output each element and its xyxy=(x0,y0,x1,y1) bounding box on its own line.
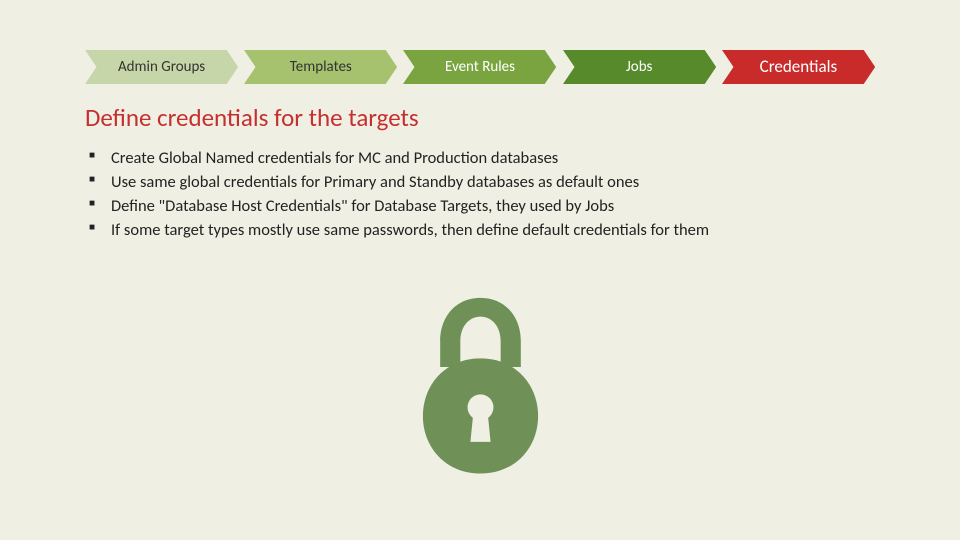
chevron-event-rules: Event Rules xyxy=(403,50,556,84)
slide-heading: Define credentials for the targets xyxy=(85,102,875,133)
lock-icon xyxy=(0,295,960,480)
chevron-label: Event Rules xyxy=(445,58,515,76)
chevron-label: Admin Groups xyxy=(118,58,205,76)
chevron-label: Templates xyxy=(290,58,352,76)
bullet-item: Use same global credentials for Primary … xyxy=(89,171,875,195)
chevron-admin-groups: Admin Groups xyxy=(85,50,238,84)
chevron-label: Jobs xyxy=(626,58,652,76)
chevron-templates: Templates xyxy=(244,50,397,84)
slide: Admin Groups Templates Event Rules Jobs … xyxy=(0,0,960,540)
bullet-item: Define "Database Host Credentials" for D… xyxy=(89,195,875,219)
bullet-item: Create Global Named credentials for MC a… xyxy=(89,147,875,171)
bullet-item: If some target types mostly use same pas… xyxy=(89,219,875,243)
chevron-credentials: Credentials xyxy=(722,50,875,84)
chevron-label: Credentials xyxy=(760,56,838,77)
bullet-list: Create Global Named credentials for MC a… xyxy=(85,147,875,243)
chevron-jobs: Jobs xyxy=(563,50,716,84)
chevron-nav: Admin Groups Templates Event Rules Jobs … xyxy=(85,50,875,84)
